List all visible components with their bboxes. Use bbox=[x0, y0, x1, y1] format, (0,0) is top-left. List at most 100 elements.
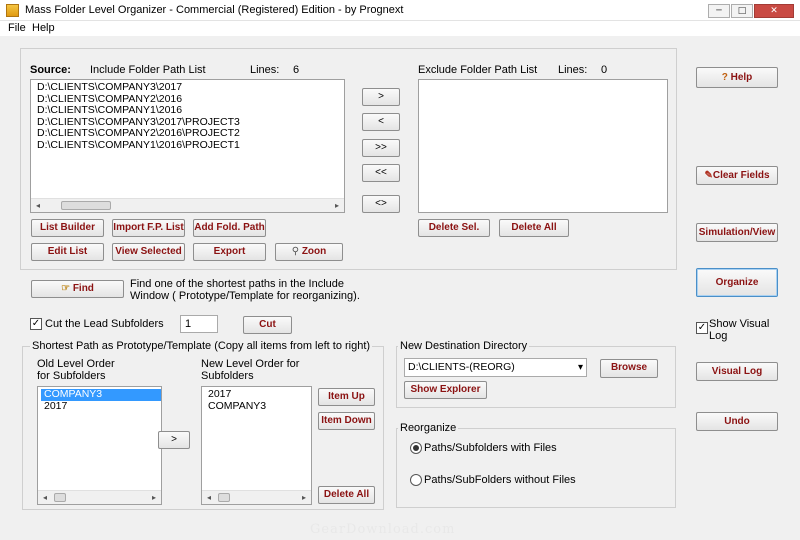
list-item[interactable]: COMPANY3 bbox=[41, 388, 161, 401]
menu-bar bbox=[0, 21, 800, 36]
zoon-button[interactable]: ⚲ Zoon bbox=[275, 243, 343, 261]
destination-combo[interactable]: D:\CLIENTS-(REORG) ▾ bbox=[404, 358, 587, 377]
scroll-right-icon[interactable]: ▸ bbox=[330, 199, 344, 212]
show-visual-log-label: Show Visual bbox=[709, 318, 770, 330]
delete-all-button[interactable]: Delete All bbox=[499, 219, 569, 237]
reorganize-panel bbox=[396, 428, 676, 508]
scroll-thumb[interactable] bbox=[61, 201, 111, 210]
cut-button[interactable]: Cut bbox=[243, 316, 292, 334]
list-builder-button[interactable]: List Builder bbox=[31, 219, 104, 237]
list-item[interactable]: 2017 bbox=[41, 400, 161, 413]
destination-value: D:\CLIENTS-(REORG) bbox=[408, 361, 515, 373]
exclude-lines-label: Lines: bbox=[558, 64, 588, 76]
scroll-left-icon[interactable]: ◂ bbox=[38, 491, 52, 504]
menu-file[interactable]: File bbox=[8, 22, 26, 34]
move-right-button[interactable]: > bbox=[362, 88, 400, 106]
delete-sel-button[interactable]: Delete Sel. bbox=[418, 219, 490, 237]
find-description-2: Window ( Prototype/Template for reorgani… bbox=[130, 290, 360, 302]
find-hand-icon: ☞ bbox=[61, 283, 71, 294]
new-level-label-2: Subfolders bbox=[201, 370, 254, 382]
swap-button[interactable]: <> bbox=[362, 195, 400, 213]
view-selected-button[interactable]: View Selected bbox=[112, 243, 185, 261]
visual-log-button[interactable]: Visual Log bbox=[696, 362, 778, 381]
magnifier-icon: ⚲ bbox=[291, 246, 300, 257]
find-button[interactable]: ☞ Find bbox=[31, 280, 124, 298]
cut-lead-label: Cut the Lead Subfolders bbox=[45, 318, 164, 330]
scroll-left-icon[interactable]: ◂ bbox=[202, 491, 216, 504]
simulation-view-button[interactable]: Simulation/View bbox=[696, 223, 778, 242]
help-label: Help bbox=[730, 72, 753, 83]
dropdown-arrow-icon[interactable]: ▾ bbox=[578, 359, 583, 376]
help-icon: ? bbox=[721, 72, 728, 83]
scroll-thumb[interactable] bbox=[218, 493, 230, 502]
radio-without-files-label: Paths/SubFolders without Files bbox=[424, 474, 576, 486]
list-item[interactable]: 2017 bbox=[205, 388, 311, 401]
exclude-list[interactable] bbox=[418, 79, 668, 213]
maximize-button[interactable]: □ bbox=[731, 4, 753, 18]
import-fp-list-button[interactable]: Import F.P. List bbox=[112, 219, 185, 237]
show-visual-log-label-2: Log bbox=[709, 330, 728, 342]
item-down-button[interactable]: Item Down bbox=[318, 412, 375, 430]
zoon-label: Zoon bbox=[301, 246, 327, 257]
cut-lead-count-input[interactable]: 1 bbox=[180, 315, 218, 333]
include-lines-count: 6 bbox=[293, 64, 300, 76]
include-lines-label: Lines: bbox=[250, 64, 280, 76]
new-level-list[interactable]: 2017 COMPANY3 ◂ ▸ bbox=[201, 386, 312, 505]
browse-button[interactable]: Browse bbox=[600, 359, 658, 378]
exclude-list-label: Exclude Folder Path List bbox=[418, 64, 538, 76]
radio-with-files[interactable] bbox=[410, 442, 422, 454]
scroll-left-icon[interactable]: ◂ bbox=[31, 199, 45, 212]
list-item[interactable]: D:\CLIENTS\COMPANY3\2017 bbox=[34, 81, 344, 94]
app-icon bbox=[6, 4, 19, 17]
organize-button[interactable]: Organize bbox=[696, 268, 778, 297]
find-label: Find bbox=[72, 283, 94, 294]
destination-title: New Destination Directory bbox=[398, 340, 530, 352]
cut-lead-checkbox[interactable]: ✓ bbox=[30, 318, 42, 330]
level-copy-right-button[interactable]: > bbox=[158, 431, 190, 449]
prototype-title: Shortest Path as Prototype/Template (Cop… bbox=[30, 340, 373, 352]
list-item[interactable]: COMPANY3 bbox=[205, 400, 311, 413]
scroll-right-icon[interactable]: ▸ bbox=[297, 491, 311, 504]
edit-list-button[interactable]: Edit List bbox=[31, 243, 104, 261]
watermark-text: GearDownload.com bbox=[310, 522, 456, 537]
move-all-left-button[interactable]: << bbox=[362, 164, 400, 182]
radio-selected-dot bbox=[413, 445, 419, 451]
scroll-thumb[interactable] bbox=[54, 493, 66, 502]
move-all-right-button[interactable]: >> bbox=[362, 139, 400, 157]
reorganize-title: Reorganize bbox=[398, 422, 459, 434]
menu-help[interactable]: Help bbox=[32, 22, 55, 34]
radio-without-files[interactable] bbox=[410, 474, 422, 486]
move-left-button[interactable]: < bbox=[362, 113, 400, 131]
close-button[interactable]: ✕ bbox=[754, 4, 794, 18]
radio-with-files-label: Paths/Subfolders with Files bbox=[424, 442, 557, 454]
new-level-hscrollbar[interactable]: ◂ ▸ bbox=[202, 490, 311, 504]
list-item[interactable]: D:\CLIENTS\COMPANY1\2016 bbox=[34, 104, 344, 117]
eraser-icon: ✎ bbox=[704, 170, 713, 181]
old-level-list[interactable]: COMPANY3 2017 ◂ ▸ bbox=[37, 386, 162, 505]
show-visual-log-checkbox[interactable]: ✓ bbox=[696, 322, 708, 334]
item-up-button[interactable]: Item Up bbox=[318, 388, 375, 406]
clear-fields-button[interactable]: ✎Clear Fields bbox=[696, 166, 778, 185]
add-fold-path-button[interactable]: Add Fold. Path bbox=[193, 219, 266, 237]
export-button[interactable]: Export bbox=[193, 243, 266, 261]
old-level-label-2: for Subfolders bbox=[37, 370, 106, 382]
source-label: Source: bbox=[30, 64, 71, 76]
scroll-right-icon[interactable]: ▸ bbox=[147, 491, 161, 504]
include-hscrollbar[interactable]: ◂ ▸ bbox=[31, 198, 344, 212]
old-level-hscrollbar[interactable]: ◂ ▸ bbox=[38, 490, 161, 504]
minimize-button[interactable]: ─ bbox=[708, 4, 730, 18]
include-list[interactable]: D:\CLIENTS\COMPANY3\2017 D:\CLIENTS\COMP… bbox=[30, 79, 345, 213]
show-explorer-button[interactable]: Show Explorer bbox=[404, 381, 487, 399]
list-item[interactable]: D:\CLIENTS\COMPANY2\2016\PROJECT2 bbox=[34, 127, 344, 140]
undo-button[interactable]: Undo bbox=[696, 412, 778, 431]
level-delete-all-button[interactable]: Delete All bbox=[318, 486, 375, 504]
window-title: Mass Folder Level Organizer - Commercial… bbox=[25, 4, 404, 16]
new-level-label: New Level Order for bbox=[201, 358, 300, 370]
old-level-label: Old Level Order bbox=[37, 358, 115, 370]
include-list-label: Include Folder Path List bbox=[90, 64, 206, 76]
clear-fields-label: Clear Fields bbox=[712, 170, 770, 181]
list-item[interactable]: D:\CLIENTS\COMPANY1\2016\PROJECT1 bbox=[34, 139, 344, 152]
find-description: Find one of the shortest paths in the In… bbox=[130, 278, 345, 290]
exclude-lines-count: 0 bbox=[601, 64, 608, 76]
help-button[interactable]: ? Help bbox=[696, 67, 778, 88]
